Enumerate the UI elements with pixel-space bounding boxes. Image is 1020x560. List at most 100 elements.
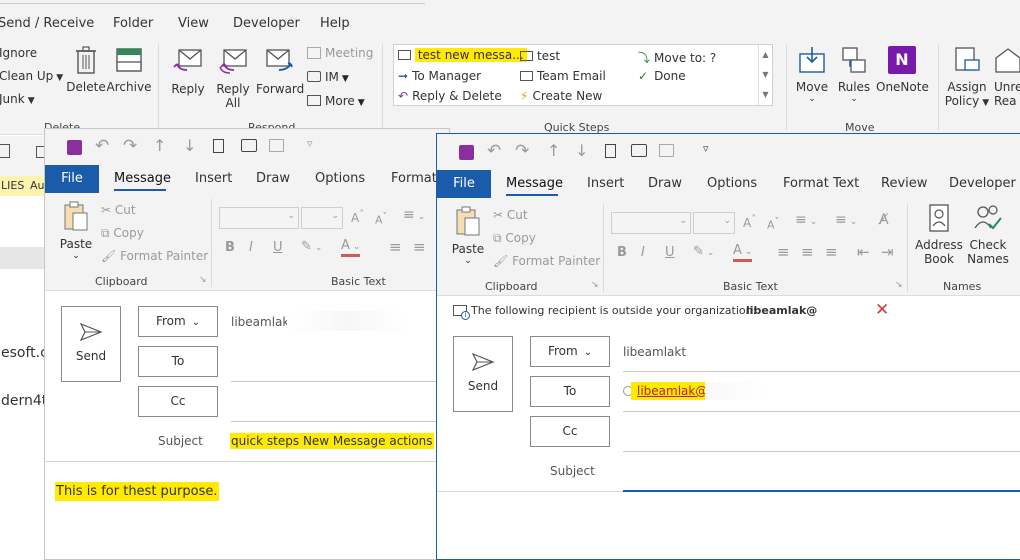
message-body[interactable]: This is for thest purpose. (55, 482, 219, 501)
tab-send-receive[interactable]: Send / Receive (0, 16, 94, 31)
undo-icon[interactable]: ↶ (95, 136, 109, 156)
unread-button[interactable]: Unre Rea (994, 46, 1020, 112)
cut-button[interactable]: ✂ Cut (493, 208, 528, 222)
cc-button[interactable]: Cc (138, 386, 218, 417)
quick-step-team-email[interactable]: Team Email (520, 69, 606, 83)
font-name-combo[interactable]: ⌄ (219, 207, 299, 229)
subject-input[interactable]: quick steps New Message actions (230, 433, 434, 449)
highlight-icon[interactable]: ✎ ⌄ (301, 239, 322, 254)
quick-step-done[interactable]: ✓ Done (638, 69, 686, 83)
tab-insert[interactable]: Insert (195, 171, 232, 186)
reply-all-button[interactable]: Reply All (212, 48, 254, 114)
customize-qat-icon[interactable]: ▿ (307, 137, 313, 150)
send-button[interactable]: Send (61, 306, 121, 382)
italic-icon[interactable]: I (249, 240, 253, 255)
align-center-icon[interactable]: ≡ (801, 243, 814, 261)
tab-options[interactable]: Options (707, 176, 757, 191)
copy-button[interactable]: ⧉ Copy (493, 231, 536, 246)
grow-font-icon[interactable]: A˄ (743, 214, 756, 230)
quick-step-reply-delete[interactable]: ↶ Reply & Delete (398, 89, 502, 103)
onenote-button[interactable]: N OneNote (876, 46, 929, 100)
grow-font-icon[interactable]: A˄ (351, 209, 364, 225)
tab-message[interactable]: Message (114, 171, 171, 186)
delete-icon[interactable] (213, 139, 224, 153)
up-arrow-icon[interactable]: ↑ (153, 136, 166, 155)
copy-button[interactable]: ⧉ Copy (101, 226, 144, 241)
cut-button[interactable]: ✂ Cut (101, 203, 136, 217)
clipboard-launcher-icon[interactable]: ↘ (199, 275, 207, 285)
bold-icon[interactable]: B (225, 240, 235, 255)
gallery-scrollbar[interactable]: ▲ ▼ ▼ (758, 45, 772, 105)
tab-format-text[interactable]: Format Text (783, 176, 859, 191)
tab-file[interactable]: File (45, 165, 99, 193)
archive-button[interactable]: Archive (106, 46, 152, 100)
quick-step-test-new-message[interactable]: test new messa... (398, 48, 527, 62)
tab-options[interactable]: Options (315, 171, 365, 186)
underline-icon[interactable]: U (665, 245, 675, 260)
numbering-icon[interactable]: ≡ ⌄ (835, 212, 857, 228)
customize-qat-icon[interactable]: ▿ (703, 142, 709, 155)
tab-developer[interactable]: Developer (949, 176, 1016, 191)
rules-icon[interactable] (659, 144, 674, 157)
align-left-icon[interactable]: ≡ (389, 238, 402, 256)
tab-developer[interactable]: Developer (233, 16, 300, 31)
move-button[interactable]: Move ⌄ (794, 46, 830, 112)
font-color-icon[interactable]: A ⌄ (733, 244, 753, 262)
align-center-icon[interactable]: ≡ (413, 238, 426, 256)
forward-button[interactable]: Forward (256, 48, 304, 100)
quick-step-move-to[interactable]: ⤵ Move to: ? (638, 49, 716, 66)
tab-format[interactable]: Format (391, 171, 437, 186)
meeting-button[interactable]: Meeting (307, 46, 373, 60)
shrink-font-icon[interactable]: A˅ (767, 216, 779, 232)
save-icon[interactable] (459, 145, 474, 160)
tab-review[interactable]: Review (881, 176, 927, 191)
tab-message[interactable]: Message (506, 176, 563, 191)
delete-icon[interactable] (605, 144, 616, 158)
reply-button[interactable]: Reply (168, 48, 208, 100)
address-book-button[interactable]: Address Book (913, 204, 965, 272)
tab-help[interactable]: Help (320, 16, 350, 31)
paste-button[interactable]: Paste ⌄ (59, 201, 93, 265)
tab-folder[interactable]: Folder (113, 16, 153, 31)
align-right-icon[interactable]: ≡ (825, 243, 838, 261)
bullets-icon[interactable]: ≡ ⌄ (403, 207, 425, 223)
message-body[interactable] (437, 496, 1020, 559)
check-names-button[interactable]: Check Names (961, 204, 1015, 272)
junk-button[interactable]: Junk ▼ (0, 92, 35, 106)
cc-button[interactable]: Cc (530, 416, 610, 447)
shrink-font-icon[interactable]: A˅ (375, 211, 387, 227)
bold-icon[interactable]: B (617, 245, 627, 260)
down-arrow-icon[interactable]: ↓ (575, 141, 588, 160)
save-icon[interactable] (67, 140, 82, 155)
font-name-combo[interactable]: ⌄ (611, 212, 691, 234)
delete-button[interactable]: Delete (66, 46, 106, 100)
ignore-button[interactable]: Ignore (0, 46, 37, 60)
send-button[interactable]: Send (453, 336, 513, 412)
underline-icon[interactable]: U (273, 240, 283, 255)
basic-text-launcher-icon[interactable]: ↘ (895, 280, 903, 290)
assign-policy-button[interactable]: Assign Policy ▼ (944, 46, 990, 112)
format-painter-button[interactable]: 🖌 Format Painter (101, 249, 208, 263)
to-button[interactable]: To (530, 376, 610, 407)
to-button[interactable]: To (138, 346, 218, 377)
tab-view[interactable]: View (178, 16, 209, 31)
up-arrow-icon[interactable]: ↑ (547, 141, 560, 160)
quick-step-to-manager[interactable]: ➞ To Manager (398, 69, 481, 83)
subject-input[interactable] (623, 456, 1020, 492)
clean-up-button[interactable]: Clean Up ▼ (0, 69, 63, 83)
down-arrow-icon[interactable]: ↓ (183, 136, 196, 155)
clear-format-icon[interactable]: A̸ (879, 212, 889, 228)
font-size-combo[interactable]: ⌄ (301, 207, 343, 229)
font-color-icon[interactable]: A ⌄ (341, 239, 361, 257)
redo-icon[interactable]: ↷ (123, 136, 137, 156)
undo-icon[interactable]: ↶ (487, 141, 501, 161)
font-size-combo[interactable]: ⌄ (693, 212, 735, 234)
rules-icon[interactable] (269, 139, 284, 152)
redo-icon[interactable]: ↷ (515, 141, 529, 161)
move-to-folder-icon[interactable] (241, 139, 257, 152)
quick-step-create-new[interactable]: ⚡ Create New (520, 89, 602, 103)
dismiss-notice-icon[interactable]: ✕ (875, 300, 889, 320)
quick-step-test[interactable]: test (520, 49, 560, 63)
italic-icon[interactable]: I (641, 245, 645, 260)
bullets-icon[interactable]: ≡ ⌄ (795, 212, 817, 228)
